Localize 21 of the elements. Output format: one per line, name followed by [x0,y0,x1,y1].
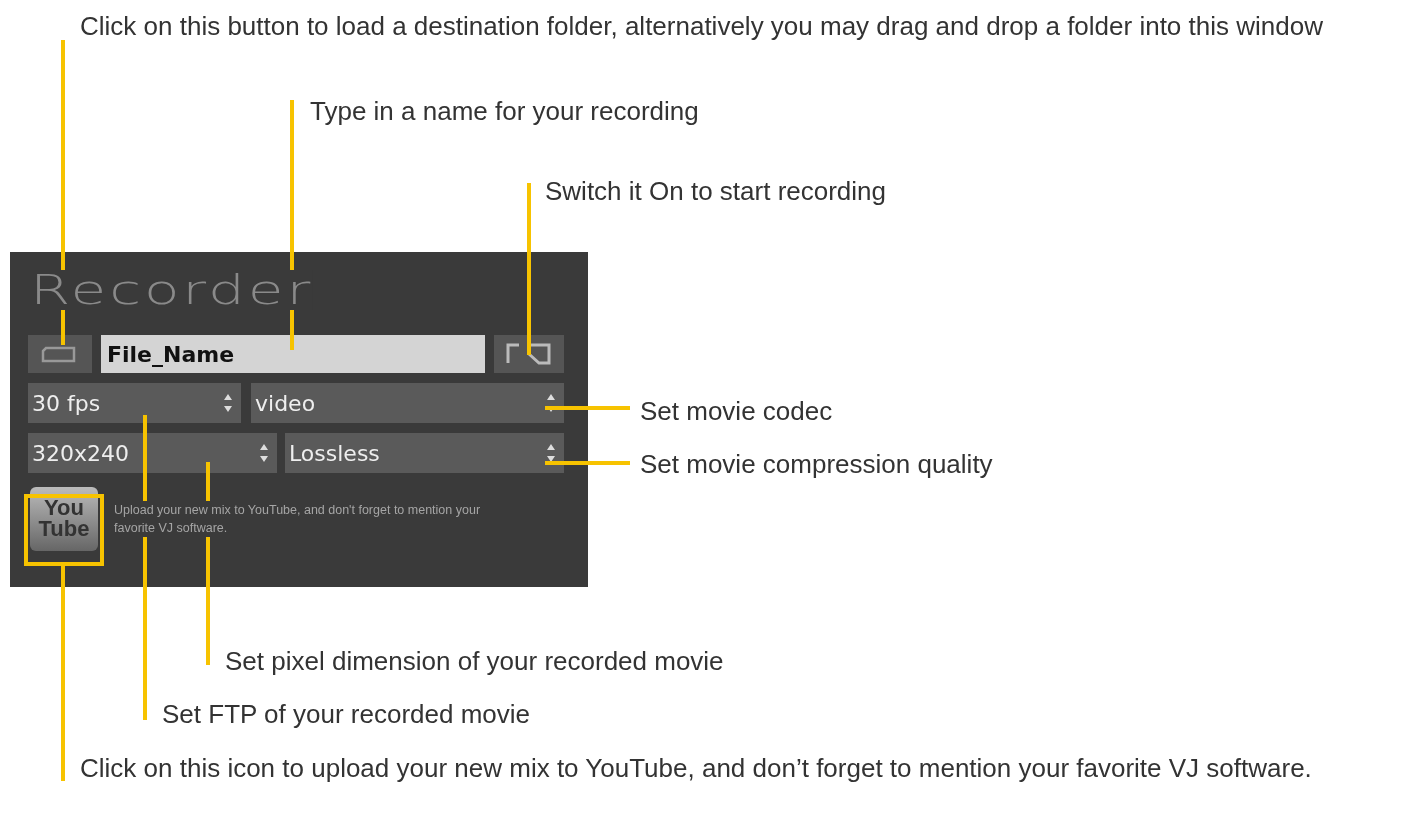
annotation-text: Click on this icon to upload your new mix to YouTube, and don’t forget to mention your favorite VJ software. [80,752,1312,785]
annotation-text: Click on this button to load a destination folder, alternatively you may drag and drop a folder into this window [80,10,1323,43]
spinner-icon [546,442,556,464]
annotation-text: Switch it On to start recording [545,175,887,208]
annotation-text: Type in a name for your recording [310,95,699,128]
annotation-text: Set pixel dimension of your recorded movie [225,645,724,678]
spinner-icon [223,392,233,414]
dropdown[interactable]: Lossless [285,433,564,473]
dropdown[interactable]: video [251,383,564,423]
folder-button[interactable] [28,335,92,373]
record-switch-icon [505,341,553,367]
annotation-text: Set movie compression quality [640,448,993,481]
annotation-text: Set FTP of your recorded movie [162,698,530,731]
dropdown[interactable]: 320x240 [28,433,277,473]
annotation-text: Set movie codec [640,395,833,428]
spinner-icon [259,442,269,464]
file-name-field[interactable]: File_Name [101,335,485,373]
youtube-button[interactable]: You Tube [30,487,98,551]
spinner-icon [546,392,556,414]
record-button[interactable] [494,335,564,373]
dropdown[interactable]: 30 fps [28,383,241,423]
